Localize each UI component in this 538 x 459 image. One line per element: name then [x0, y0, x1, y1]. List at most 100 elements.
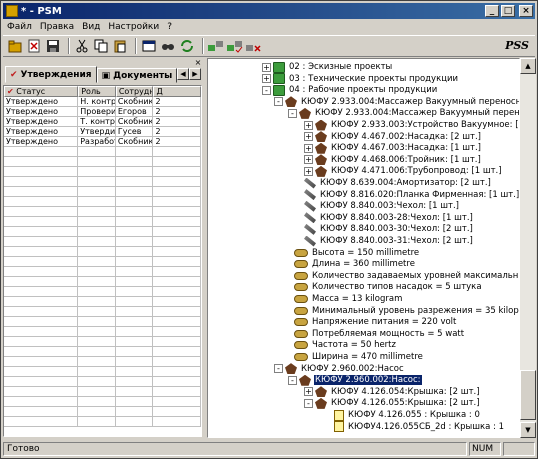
table-row[interactable]: УтвержденоПроверилЕгоров2 — [4, 107, 201, 117]
menu-edit[interactable]: Правка — [36, 22, 78, 32]
tree-node[interactable]: КЮФУ4.126.055СБ_2d : Крышка : 1 — [334, 421, 505, 433]
tree-node[interactable]: КЮФУ 8.816.020:Планка Фирменная: [1 шт.] — [304, 189, 519, 201]
tree-node[interactable]: - КЮФУ 2.933.004:Массажер Вакуумный перен… — [274, 96, 519, 108]
empty-row — [4, 407, 201, 417]
tree-node[interactable]: + КЮФУ 4.468.006:Тройник: [1 шт.] — [304, 154, 482, 166]
tree-node[interactable]: КЮФУ 8.840.003:Чехол: [1 шт.] — [304, 200, 460, 212]
menu-settings[interactable]: Настройки — [104, 22, 163, 32]
tree-node-label: КЮФУ 8.840.003-30:Чехол: [2 шт.] — [320, 224, 473, 235]
collapse-icon[interactable]: - — [288, 375, 297, 385]
empty-row — [4, 387, 201, 397]
scroll-thumb[interactable] — [520, 370, 536, 420]
workflow-icon[interactable] — [208, 38, 224, 54]
menu-help[interactable]: ? — [163, 22, 176, 32]
tree-node-label: КЮФУ 2.933.004:Массажер Вакуумный перено… — [315, 108, 520, 119]
column-header-role[interactable]: Роль — [78, 86, 116, 97]
collapse-icon[interactable]: - — [274, 97, 283, 107]
workflow-approve-icon[interactable] — [227, 38, 243, 54]
title-bar[interactable]: * - PSM _ □ × — [3, 3, 535, 19]
tree-node[interactable]: КЮФУ 8.639.004:Амортизатор: [2 шт.] — [304, 177, 492, 189]
scroll-down-icon[interactable]: ▼ — [520, 422, 536, 438]
tree-node[interactable]: КЮФУ 4.126.055 : Крышка : 0 — [334, 409, 481, 421]
scroll-up-icon[interactable]: ▲ — [520, 58, 536, 74]
tree-node[interactable]: + КЮФУ 4.471.006:Трубопровод: [1 шт.] — [304, 165, 503, 177]
close-doc-icon[interactable] — [26, 38, 42, 54]
maximize-button[interactable]: □ — [501, 5, 515, 17]
workflow-reject-icon[interactable] — [246, 38, 262, 54]
tree-node-label: КЮФУ 8.840.003:Чехол: [1 шт.] — [320, 201, 459, 212]
minimize-button[interactable]: _ — [485, 5, 499, 17]
menu-file[interactable]: Файл — [3, 22, 36, 32]
tag-icon — [294, 318, 308, 327]
menu-view[interactable]: Вид — [78, 22, 104, 32]
collapse-icon[interactable]: - — [304, 398, 313, 408]
expand-icon[interactable]: + — [304, 132, 313, 142]
cut-icon[interactable] — [74, 38, 90, 54]
tree-node[interactable]: Высота = 150 millimetre — [294, 247, 420, 259]
tree-node[interactable]: + КЮФУ 4.467.003:Насадка: [1 шт.] — [304, 142, 482, 154]
tree-node[interactable]: - КЮФУ 4.126.055:Крышка: [2 шт.] — [304, 397, 481, 409]
find-icon[interactable] — [160, 38, 176, 54]
save-icon[interactable] — [45, 38, 61, 54]
tab-scroll-left-icon[interactable]: ◀ — [177, 68, 189, 80]
tree-node[interactable]: Минимальный уровень разрежения = 35 kilo… — [294, 305, 519, 317]
tree-node-label: Количество задаваемых уровней максимальн… — [312, 270, 520, 281]
expand-icon[interactable]: + — [262, 74, 271, 84]
tree-node[interactable]: + КЮФУ 2.933.003:Устройство Вакуумное: [1… — [304, 119, 519, 131]
tab-scroll-right-icon[interactable]: ▶ — [189, 68, 201, 80]
copy-icon[interactable] — [93, 38, 109, 54]
empty-row — [4, 357, 201, 367]
tree-node[interactable]: +03 : Технические проекты продукции — [262, 73, 459, 85]
expand-icon[interactable]: + — [304, 143, 313, 153]
table-cell: Гусев — [115, 127, 154, 137]
tree-node-label: КЮФУ 4.126.055 : Крышка : 0 — [348, 410, 480, 420]
collapse-icon[interactable]: - — [288, 108, 297, 118]
tab-approvals[interactable]: ✔ Утверждения — [5, 66, 97, 83]
tree-node[interactable]: - КЮФУ 2.933.004:Массажер Вакуумный перен… — [288, 107, 520, 119]
column-header-status[interactable]: ✔ Статус — [4, 86, 79, 97]
table-row[interactable]: УтвержденоУтвердилГусев2 — [4, 127, 201, 137]
expand-icon[interactable]: + — [262, 62, 271, 72]
tree-node[interactable]: Количество типов насадок = 5 штука — [294, 281, 483, 293]
tree-node[interactable]: - КЮФУ 2.960.002:Насос: — [288, 374, 422, 386]
tree-node[interactable]: Напряжение питания = 220 volt — [294, 316, 457, 328]
tree-node[interactable]: КЮФУ 8.840.003-31:Чехол: [2 шт.] — [304, 235, 474, 247]
expand-icon[interactable]: + — [304, 155, 313, 165]
table-cell: 2 — [153, 127, 201, 137]
tab-documents[interactable]: ▣ Документы — [96, 68, 178, 83]
tree-node[interactable]: + КЮФУ 4.126.054:Крышка: [2 шт.] — [304, 386, 481, 398]
collapse-icon[interactable]: - — [274, 364, 283, 374]
paste-icon[interactable] — [112, 38, 128, 54]
open-icon[interactable] — [7, 38, 23, 54]
tree-node[interactable]: + КЮФУ 4.467.002:Насадка: [2 шт.] — [304, 131, 482, 143]
table-row[interactable]: УтвержденоРазработалСкобников2 — [4, 137, 201, 147]
tree-node[interactable]: Количество задаваемых уровней максимальн… — [294, 270, 520, 282]
table-row[interactable]: УтвержденоН. контр.Скобников2 — [4, 97, 201, 107]
tree-node[interactable]: Потребляемая мощность = 5 watt — [294, 328, 465, 340]
expand-icon[interactable]: + — [304, 387, 313, 397]
properties-icon[interactable] — [141, 38, 157, 54]
part-icon — [304, 235, 316, 247]
table-cell: Т. контр. — [78, 117, 116, 127]
assembly-icon — [315, 165, 327, 177]
tree-node[interactable]: КЮФУ 8.840.003-30:Чехол: [2 шт.] — [304, 223, 474, 235]
tree-node[interactable]: +02 : Эскизные проекты — [262, 61, 393, 73]
tree-node[interactable]: Длина = 360 millimetre — [294, 258, 416, 270]
tree-scrollbar[interactable]: ▲ ▼ — [520, 58, 536, 438]
column-header-employee[interactable]: Сотрудник — [115, 86, 154, 97]
expand-icon[interactable]: + — [304, 120, 313, 130]
column-header-date[interactable]: Д — [153, 86, 201, 97]
tree-node[interactable]: Частота = 50 hertz — [294, 339, 397, 351]
refresh-icon[interactable] — [179, 38, 195, 54]
assembly-icon — [315, 154, 327, 166]
tree-node[interactable]: КЮФУ 8.840.003-28:Чехол: [1 шт.] — [304, 212, 474, 224]
tree-node[interactable]: - КЮФУ 2.960.002:Насос — [274, 363, 405, 375]
tree-node[interactable]: Масса = 13 kilogram — [294, 293, 403, 305]
tree-node[interactable]: - 04 : Рабочие проекты продукции — [262, 84, 438, 96]
tag-icon — [294, 329, 308, 338]
close-button[interactable]: × — [519, 5, 533, 17]
expand-icon[interactable]: + — [304, 166, 313, 176]
tree-node[interactable]: Ширина = 470 millimetre — [294, 351, 424, 363]
table-row[interactable]: УтвержденоТ. контр.Скобников2 — [4, 117, 201, 127]
collapse-icon[interactable]: - — [262, 85, 271, 95]
